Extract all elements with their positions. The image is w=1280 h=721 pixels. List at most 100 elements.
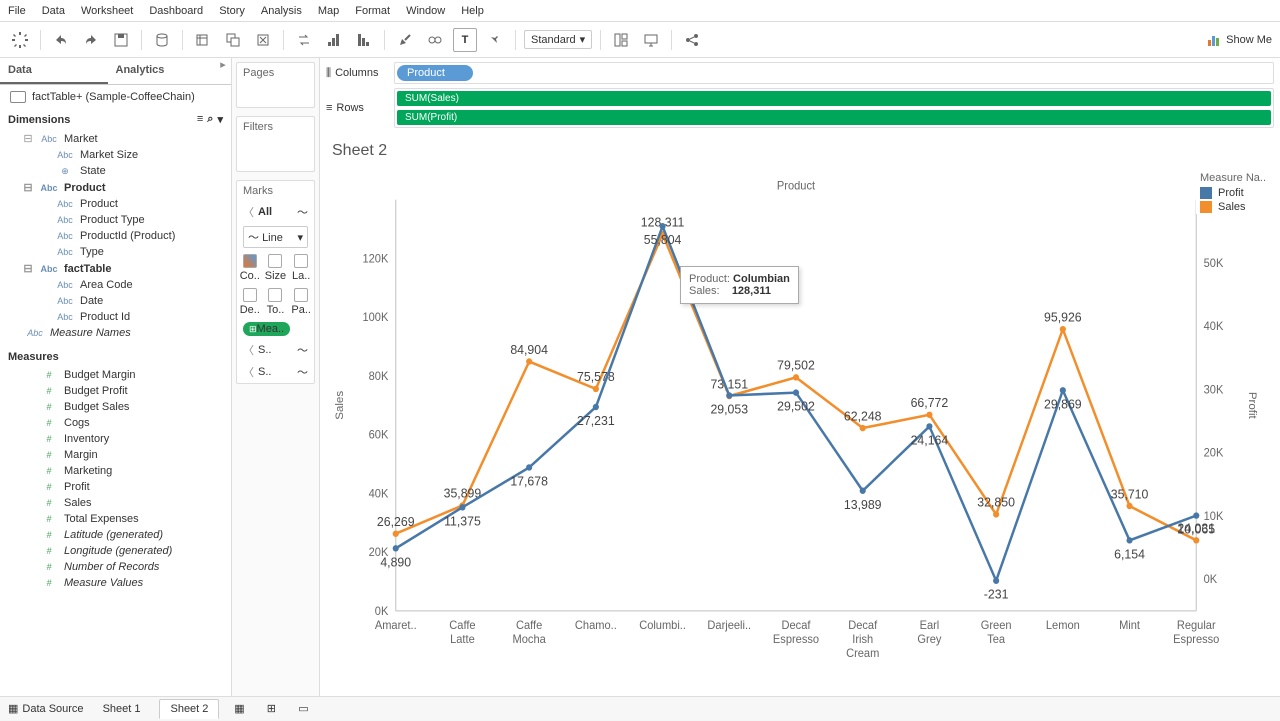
svg-text:Caffe: Caffe xyxy=(449,620,475,632)
share-button[interactable] xyxy=(680,28,704,52)
datasource-tab[interactable]: ▦Data Source xyxy=(8,702,84,715)
new-story-button[interactable]: ▭ xyxy=(291,697,315,721)
svg-text:11,375: 11,375 xyxy=(444,514,481,528)
svg-text:27,231: 27,231 xyxy=(577,414,615,428)
analytics-tab[interactable]: Analytics xyxy=(108,58,216,84)
measure-item[interactable]: #Total Expenses xyxy=(4,511,227,527)
marks-sum2-row[interactable]: 〈 S..〜 xyxy=(237,361,314,383)
marks-all-row[interactable]: 〈 All 〜 xyxy=(237,201,314,223)
new-sheet-button[interactable]: ▦ xyxy=(227,697,251,721)
measure-item[interactable]: #Longitude (generated) xyxy=(4,543,227,559)
highlight-button[interactable] xyxy=(393,28,417,52)
new-worksheet-button[interactable] xyxy=(191,28,215,52)
color-legend[interactable]: Measure Na.. Profit Sales xyxy=(1196,170,1276,214)
dimension-item[interactable]: AbcProduct xyxy=(4,196,227,212)
dimension-item[interactable]: ⊟AbcProduct xyxy=(4,179,227,196)
tableau-logo-icon[interactable] xyxy=(8,28,32,52)
menu-map[interactable]: Map xyxy=(318,5,339,17)
measure-names-pill[interactable]: ⊞ Mea.. xyxy=(243,322,290,336)
measure-item[interactable]: #Marketing xyxy=(4,463,227,479)
group-button[interactable] xyxy=(423,28,447,52)
rows-shelf[interactable]: SUM(Sales) SUM(Profit) xyxy=(394,88,1274,128)
view-toggle-icon[interactable]: ≡ xyxy=(197,113,203,126)
measure-item[interactable]: #Measure Values xyxy=(4,575,227,591)
menu-help[interactable]: Help xyxy=(461,5,484,17)
measure-item[interactable]: #Budget Sales xyxy=(4,399,227,415)
menu-window[interactable]: Window xyxy=(406,5,445,17)
detail-button[interactable]: De.. xyxy=(237,285,263,319)
new-datasource-button[interactable] xyxy=(150,28,174,52)
svg-text:Chamo..: Chamo.. xyxy=(575,620,617,632)
dimension-item[interactable]: ⊕State xyxy=(4,163,227,179)
presentation-button[interactable] xyxy=(639,28,663,52)
sheet2-tab[interactable]: Sheet 2 xyxy=(159,699,219,719)
svg-text:55,804: 55,804 xyxy=(644,233,682,247)
dimension-item[interactable]: AbcProduct Id xyxy=(4,309,227,325)
measure-item[interactable]: #Profit xyxy=(4,479,227,495)
svg-text:79,502: 79,502 xyxy=(777,358,815,372)
measure-item[interactable]: #Inventory xyxy=(4,431,227,447)
color-button[interactable]: Co.. xyxy=(237,251,263,285)
measure-item[interactable]: #Budget Profit xyxy=(4,383,227,399)
legend-item-profit[interactable]: Profit xyxy=(1196,186,1276,200)
menu-chevron-icon[interactable]: ▾ xyxy=(217,113,223,126)
fit-dropdown[interactable]: Standard ▾ xyxy=(524,30,592,49)
dimension-item[interactable]: AbcDate xyxy=(4,293,227,309)
tooltip-button[interactable]: To.. xyxy=(263,285,289,319)
path-button[interactable]: Pa.. xyxy=(288,285,314,319)
menu-story[interactable]: Story xyxy=(219,5,245,17)
measure-item[interactable]: #Margin xyxy=(4,447,227,463)
menu-data[interactable]: Data xyxy=(42,5,65,17)
dimension-item[interactable]: AbcMeasure Names xyxy=(4,325,227,341)
columns-shelf[interactable]: Product xyxy=(394,62,1274,84)
menu-format[interactable]: Format xyxy=(355,5,390,17)
sum-profit-pill[interactable]: SUM(Profit) xyxy=(397,110,1271,125)
undo-button[interactable] xyxy=(49,28,73,52)
save-button[interactable] xyxy=(109,28,133,52)
filters-card[interactable]: Filters xyxy=(236,116,315,172)
redo-button[interactable] xyxy=(79,28,103,52)
measure-item[interactable]: #Budget Margin xyxy=(4,367,227,383)
dimension-item[interactable]: AbcArea Code xyxy=(4,277,227,293)
measure-item[interactable]: #Cogs xyxy=(4,415,227,431)
duplicate-button[interactable] xyxy=(221,28,245,52)
product-pill[interactable]: Product xyxy=(397,65,473,81)
search-icon[interactable]: ⌕ xyxy=(207,113,213,126)
new-dashboard-button[interactable]: ⊞ xyxy=(259,697,283,721)
data-tab[interactable]: Data xyxy=(0,58,108,84)
mark-type-dropdown[interactable]: 〜 Line▾ xyxy=(243,226,308,248)
menu-dashboard[interactable]: Dashboard xyxy=(149,5,203,17)
measure-item[interactable]: #Sales xyxy=(4,495,227,511)
show-me-button[interactable]: Show Me xyxy=(1206,32,1272,48)
menu-worksheet[interactable]: Worksheet xyxy=(81,5,133,17)
sheet-title[interactable]: Sheet 2 xyxy=(320,136,1280,166)
menu-analysis[interactable]: Analysis xyxy=(261,5,302,17)
dimension-item[interactable]: ⊟AbcfactTable xyxy=(4,260,227,277)
measure-item[interactable]: #Latitude (generated) xyxy=(4,527,227,543)
marks-sum1-row[interactable]: 〈 S..〜 xyxy=(237,339,314,361)
text-button[interactable]: T xyxy=(453,28,477,52)
pin-button[interactable] xyxy=(483,28,507,52)
menu-file[interactable]: File xyxy=(8,5,26,17)
line-chart[interactable]: 0K20K40K60K80K100K120K0K10K20K30K40K50KA… xyxy=(328,174,1264,688)
dimension-item[interactable]: AbcProductId (Product) xyxy=(4,228,227,244)
size-button[interactable]: Size xyxy=(263,251,289,285)
sort-asc-button[interactable] xyxy=(322,28,346,52)
dimension-item[interactable]: AbcMarket Size xyxy=(4,147,227,163)
label-button[interactable]: La.. xyxy=(288,251,314,285)
pane-menu-icon[interactable]: ▸ xyxy=(215,58,231,84)
sum-sales-pill[interactable]: SUM(Sales) xyxy=(397,91,1271,106)
dimension-item[interactable]: ⊟AbcMarket xyxy=(4,130,227,147)
svg-text:24,164: 24,164 xyxy=(911,433,949,447)
pages-card[interactable]: Pages xyxy=(236,62,315,108)
sort-desc-button[interactable] xyxy=(352,28,376,52)
swap-button[interactable] xyxy=(292,28,316,52)
dimension-item[interactable]: AbcProduct Type xyxy=(4,212,227,228)
legend-item-sales[interactable]: Sales xyxy=(1196,200,1276,214)
dimension-item[interactable]: AbcType xyxy=(4,244,227,260)
datasource-item[interactable]: factTable+ (Sample-CoffeeChain) xyxy=(0,85,231,109)
measure-item[interactable]: #Number of Records xyxy=(4,559,227,575)
show-cards-button[interactable] xyxy=(609,28,633,52)
clear-button[interactable] xyxy=(251,28,275,52)
sheet1-tab[interactable]: Sheet 1 xyxy=(92,699,152,719)
